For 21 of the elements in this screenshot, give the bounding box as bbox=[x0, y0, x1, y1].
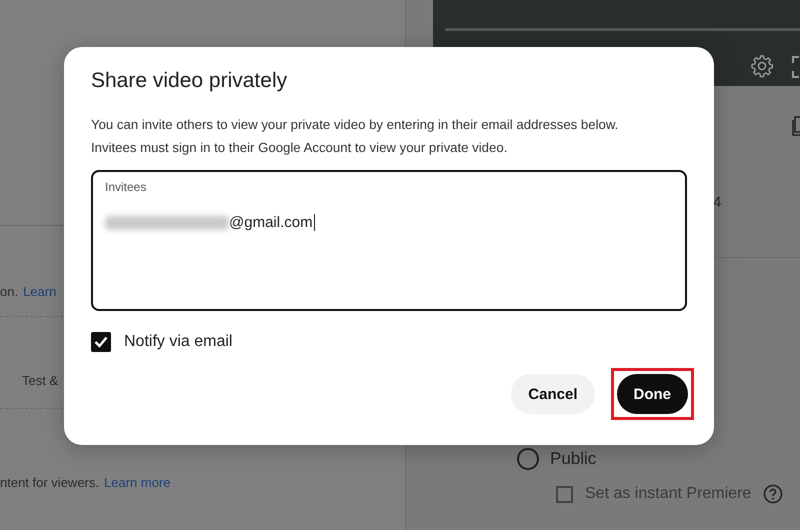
option-label: Test & bbox=[22, 373, 58, 388]
fullscreen-icon[interactable] bbox=[792, 56, 800, 78]
cancel-button[interactable]: Cancel bbox=[511, 374, 594, 414]
description-text: on. bbox=[0, 284, 18, 299]
checkbox-label: Set as instant Premiere bbox=[585, 485, 752, 503]
dialog-title: Share video privately bbox=[91, 69, 288, 93]
email-text: @gmail.com bbox=[229, 214, 315, 231]
count-text: 4 bbox=[713, 194, 722, 211]
help-icon[interactable] bbox=[763, 484, 784, 504]
checkbox-label: Notify via email bbox=[124, 333, 232, 351]
checkbox[interactable] bbox=[556, 486, 573, 502]
done-button[interactable]: Done bbox=[616, 374, 688, 414]
checkbox[interactable] bbox=[91, 332, 111, 352]
description-text: ntent for viewers. bbox=[0, 475, 99, 490]
radio-label: Public bbox=[550, 449, 596, 469]
invitees-field[interactable]: Invitees @gmail.com bbox=[91, 170, 687, 311]
field-label: Invitees bbox=[105, 180, 146, 194]
settings-icon[interactable] bbox=[750, 54, 774, 78]
copy-icon[interactable] bbox=[792, 116, 800, 136]
radio-button[interactable] bbox=[517, 448, 539, 470]
dialog-description: You can invite others to view your private video by entering in their email addresses below. Invitees must sign in to their Google Account to view your private video. bbox=[91, 116, 620, 157]
